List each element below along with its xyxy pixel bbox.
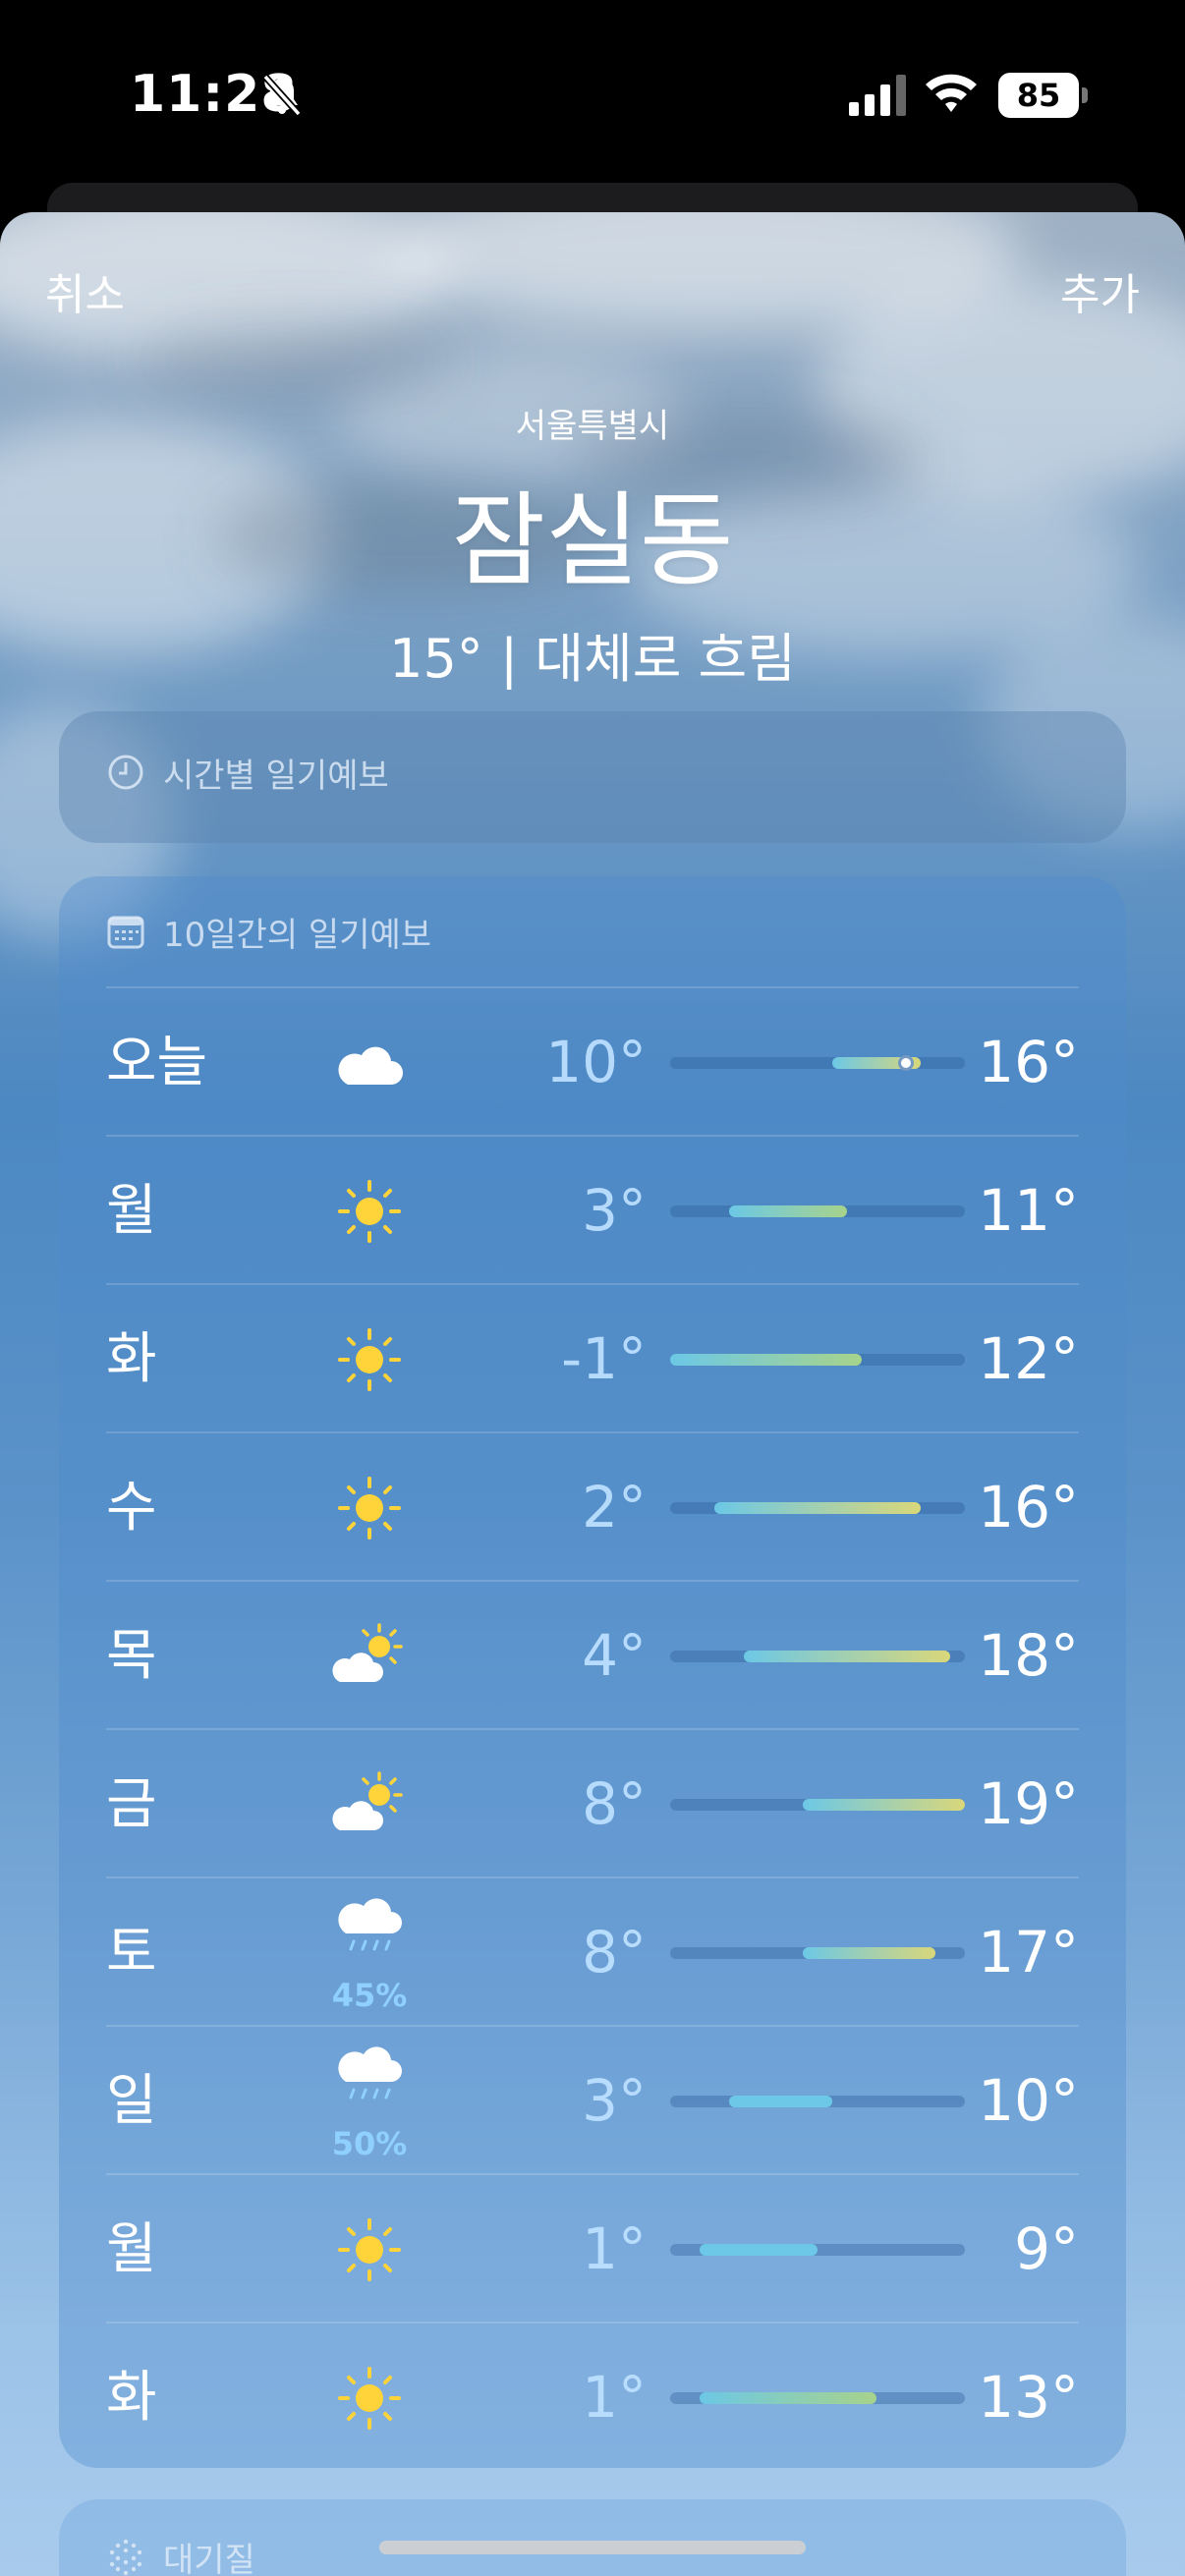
forecast-day: 금 [106,1772,157,1836]
temp-range-fill [700,2392,876,2404]
daily-forecast-card[interactable]: 10일간의 일기예보 오늘 10° 16° 월 3° 11° 화 -1° 12° 수 2° 16° 목 4… [59,876,1126,2468]
low-temp: 8° [582,1919,647,1986]
temp-range-bar [670,2096,965,2107]
forecast-day: 화 [106,2366,157,2430]
daily-forecast-header: 10일간의 일기예보 [106,910,432,955]
forecast-row: 일 50% 3° 10° [106,2025,1079,2173]
forecast-row: 금 8° 19° [106,1728,1079,1876]
daily-forecast-title: 10일간의 일기예보 [163,915,432,955]
cancel-button[interactable]: 취소 [45,259,125,322]
location-name: 잠실동 [451,480,734,600]
low-temp: 3° [582,2067,647,2134]
wifi-icon [926,74,977,112]
forecast-day: 목 [106,1624,157,1688]
hourly-forecast-card[interactable]: 시간별 일기예보 [59,711,1126,843]
hourly-forecast-header: 시간별 일기예보 [106,751,389,796]
temp-range-fill [803,1947,935,1959]
weather-sheet: 취소 추가 서울특별시 잠실동 15° | 대체로 흐림 시간별 일기예보 10… [0,212,1185,2576]
high-temp: 13° [978,2364,1079,2431]
high-temp: 12° [978,1325,1079,1392]
forecast-day: 화 [106,1327,157,1391]
current-temp-marker [898,1055,914,1071]
forecast-day: 일 [106,2069,157,2133]
temp-range-bar [670,2244,965,2256]
low-temp: 1° [582,2364,647,2431]
temp-range-fill [670,1354,862,1366]
forecast-row: 월 3° 11° [106,1135,1079,1283]
temp-range-bar [670,1354,965,1366]
high-temp: 9° [1014,2215,1079,2282]
forecast-day: 수 [106,1476,157,1540]
bell-slash-icon [262,74,302,117]
high-temp: 16° [978,1474,1079,1540]
air-quality-card[interactable]: 대기질 [59,2499,1126,2576]
temp-range-bar [670,1205,965,1217]
forecast-row: 월 1° 9° [106,2173,1079,2322]
add-button[interactable]: 추가 [1060,259,1140,322]
low-temp: 10° [545,1029,647,1095]
temp-range-fill [700,2244,818,2256]
cellular-signal-icon [849,75,906,116]
sun-icon [330,1172,409,1251]
low-temp: 8° [582,1770,647,1837]
high-temp: 11° [978,1177,1079,1244]
temp-range-fill [729,1205,847,1217]
temp-range-bar [670,1055,965,1071]
forecast-day: 오늘 [106,1031,208,1094]
temp-range-fill [729,2096,832,2107]
cloud-icon [330,1024,409,1102]
forecast-row: 수 2° 16° [106,1431,1079,1580]
high-temp: 19° [978,1770,1079,1837]
precipitation-chance: 50% [331,2125,408,2162]
forecast-row: 화 -1° 12° [106,1283,1079,1431]
temp-range-bar [670,1651,965,1662]
forecast-day: 월 [106,2217,157,2281]
forecast-day: 토 [106,1921,157,1985]
location-header: 서울특별시 잠실동 15° | 대체로 흐림 [0,399,1185,693]
calendar-icon [107,916,144,949]
hourly-forecast-title: 시간별 일기예보 [163,756,389,796]
rain-icon [330,1890,409,1969]
status-bar: 11:28 85 [0,0,1185,196]
sun-icon [330,2211,409,2289]
precipitation-chance: 45% [331,1977,408,2014]
low-temp: -1° [561,1325,647,1392]
sun-icon [330,2359,409,2437]
current-condition: 15° | 대체로 흐림 [389,628,796,690]
high-temp: 18° [978,1622,1079,1689]
forecast-row: 오늘 10° 16° [106,986,1079,1135]
low-temp: 1° [582,2215,647,2282]
low-temp: 4° [582,1622,647,1689]
forecast-row: 목 4° 18° [106,1580,1079,1728]
low-temp: 3° [582,1177,647,1244]
clock-icon [108,755,143,790]
home-indicator[interactable] [379,2541,806,2554]
air-quality-title: 대기질 [163,2540,255,2576]
sun-icon [330,1469,409,1547]
battery-icon: 85 [998,73,1088,118]
forecast-row: 토 45% 8° 17° [106,1876,1079,2025]
high-temp: 17° [978,1919,1079,1986]
temp-range-bar [670,1502,965,1514]
high-temp: 10° [978,2067,1079,2134]
rain-icon [330,2039,409,2117]
temp-range-bar [670,1799,965,1811]
low-temp: 2° [582,1474,647,1540]
high-temp: 16° [978,1029,1079,1095]
temp-range-bar [670,1947,965,1959]
air-quality-header: 대기질 [106,2535,255,2576]
forecast-row: 화 1° 13° [106,2322,1079,2470]
partly-cloudy-icon [330,1617,409,1696]
region-name: 서울특별시 [515,407,670,446]
air-quality-icon [109,2539,142,2576]
temp-range-fill [803,1799,965,1811]
sun-icon [330,1320,409,1399]
temp-range-fill [744,1651,950,1662]
forecast-day: 월 [106,1179,157,1243]
temp-range-bar [670,2392,965,2404]
temp-range-fill [714,1502,921,1514]
partly-cloudy-icon [330,1765,409,1844]
